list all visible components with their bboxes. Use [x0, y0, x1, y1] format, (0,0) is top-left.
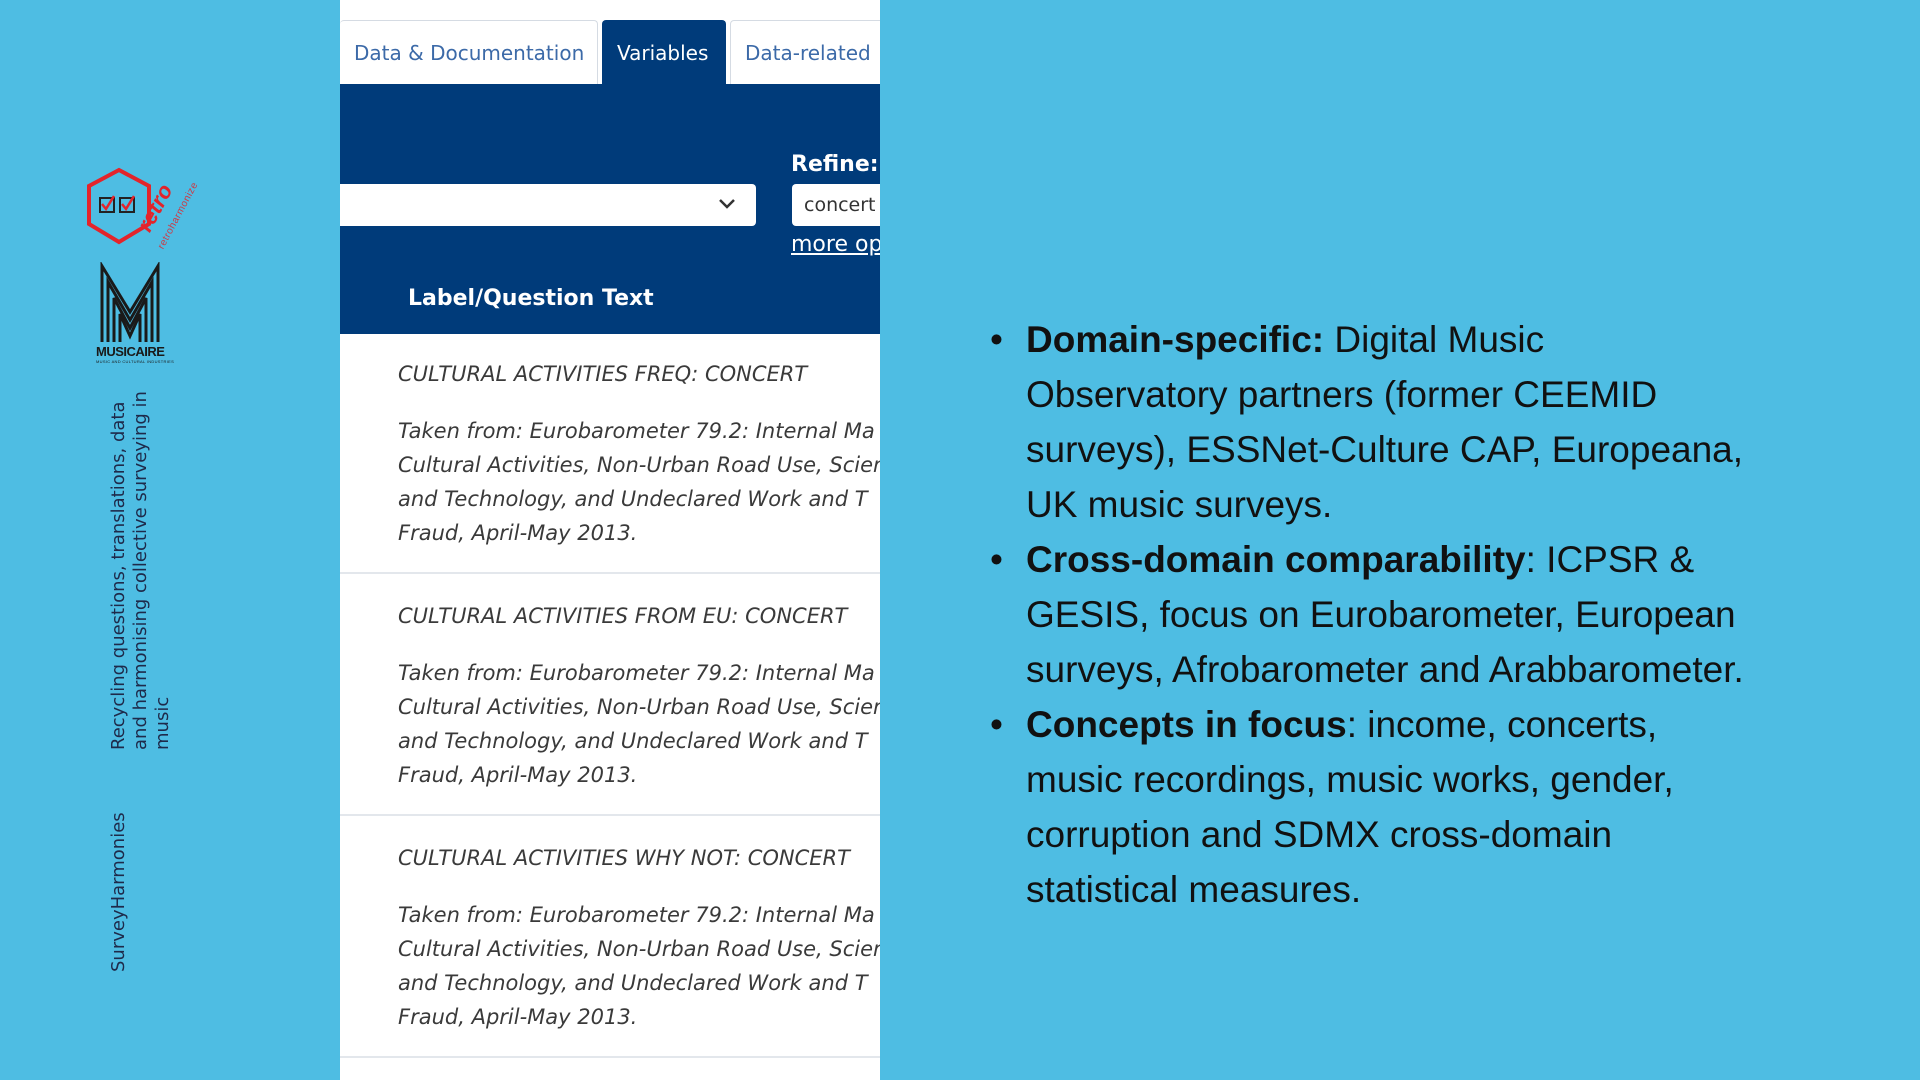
chevron-down-icon: [719, 199, 735, 209]
result-description: Taken from: Eurobarometer 79.2: Internal…: [398, 898, 880, 1034]
musicaire-m-icon: [100, 262, 160, 342]
bullet-item: Domain-specific: Digital Music Observato…: [990, 312, 1746, 532]
result-title[interactable]: CULTURAL ACTIVITIES FREQ: CONCERT: [398, 362, 807, 386]
embedded-screenshot: Data & Documentation Variables Data-rela…: [340, 0, 880, 1080]
bullet-item: Cross-domain comparability: ICPSR & GESI…: [990, 532, 1746, 697]
retroharmonize-logo: retro retroharmonize MUSICAIRE MUSIC AND…: [84, 166, 224, 366]
filter-select[interactable]: [340, 184, 756, 226]
brand-name: SurveyHarmonies: [108, 812, 129, 972]
tab-variables[interactable]: Variables: [602, 20, 726, 84]
result-description: Taken from: Eurobarometer 79.2: Internal…: [398, 414, 880, 550]
result-desc-line: Fraud, April-May 2013.: [398, 1005, 638, 1029]
bullet-bold: Concepts in focus: [1026, 704, 1347, 745]
bullet-bold: Cross-domain comparability: [1026, 539, 1526, 580]
result-row[interactable]: CULTURAL ACTIVITIES FREQ: CONCERT Taken …: [340, 334, 880, 574]
result-desc-line: Cultural Activities, Non-Urban Road Use,…: [398, 453, 880, 477]
bullet-bold: Domain-specific:: [1026, 319, 1325, 360]
musicaire-logo-subtext: MUSIC AND CULTURAL INDUSTRIES: [96, 359, 175, 364]
result-desc-line: and Technology, and Undeclared Work and …: [398, 971, 868, 995]
result-desc-line: Cultural Activities, Non-Urban Road Use,…: [398, 937, 880, 961]
result-row[interactable]: CULTURAL ACTIVITIES FROM EU: CONCERT Tak…: [340, 576, 880, 816]
result-title[interactable]: CULTURAL ACTIVITIES WHY NOT: CONCERT: [398, 846, 850, 870]
bullet-list: Domain-specific: Digital Music Observato…: [986, 312, 1746, 917]
result-title[interactable]: CULTURAL ACTIVITIES FROM EU: CONCERT: [398, 604, 847, 628]
musicaire-logo-text: MUSICAIRE: [96, 344, 165, 359]
result-desc-line: and Technology, and Undeclared Work and …: [398, 487, 868, 511]
tab-data-related[interactable]: Data-related: [730, 20, 880, 84]
sidebar-tagline: Recycling questions, translations, data …: [108, 391, 173, 750]
result-desc-line: Taken from: Eurobarometer 79.2: Internal…: [398, 903, 875, 927]
tab-data-documentation[interactable]: Data & Documentation: [340, 20, 598, 84]
column-header-label[interactable]: Label/Question Text: [408, 286, 654, 311]
result-desc-line: Taken from: Eurobarometer 79.2: Internal…: [398, 661, 875, 685]
result-row[interactable]: CULTURAL ACTIVITIES WHY NOT: CONCERT Tak…: [340, 818, 880, 1058]
result-desc-line: Fraud, April-May 2013.: [398, 763, 638, 787]
result-description: Taken from: Eurobarometer 79.2: Internal…: [398, 656, 880, 792]
result-desc-line: Fraud, April-May 2013.: [398, 521, 638, 545]
result-desc-line: and Technology, and Undeclared Work and …: [398, 729, 868, 753]
more-options-link[interactable]: more op: [791, 232, 880, 257]
result-desc-line: Taken from: Eurobarometer 79.2: Internal…: [398, 419, 875, 443]
bullet-item: Concepts in focus: income, concerts, mus…: [990, 697, 1746, 917]
result-desc-line: Cultural Activities, Non-Urban Road Use,…: [398, 695, 880, 719]
search-panel: Refine: concert more op Label/Question T…: [340, 84, 880, 334]
refine-input[interactable]: concert: [792, 184, 880, 226]
tab-bar: Data & Documentation Variables Data-rela…: [340, 0, 880, 84]
refine-label: Refine:: [791, 152, 879, 177]
